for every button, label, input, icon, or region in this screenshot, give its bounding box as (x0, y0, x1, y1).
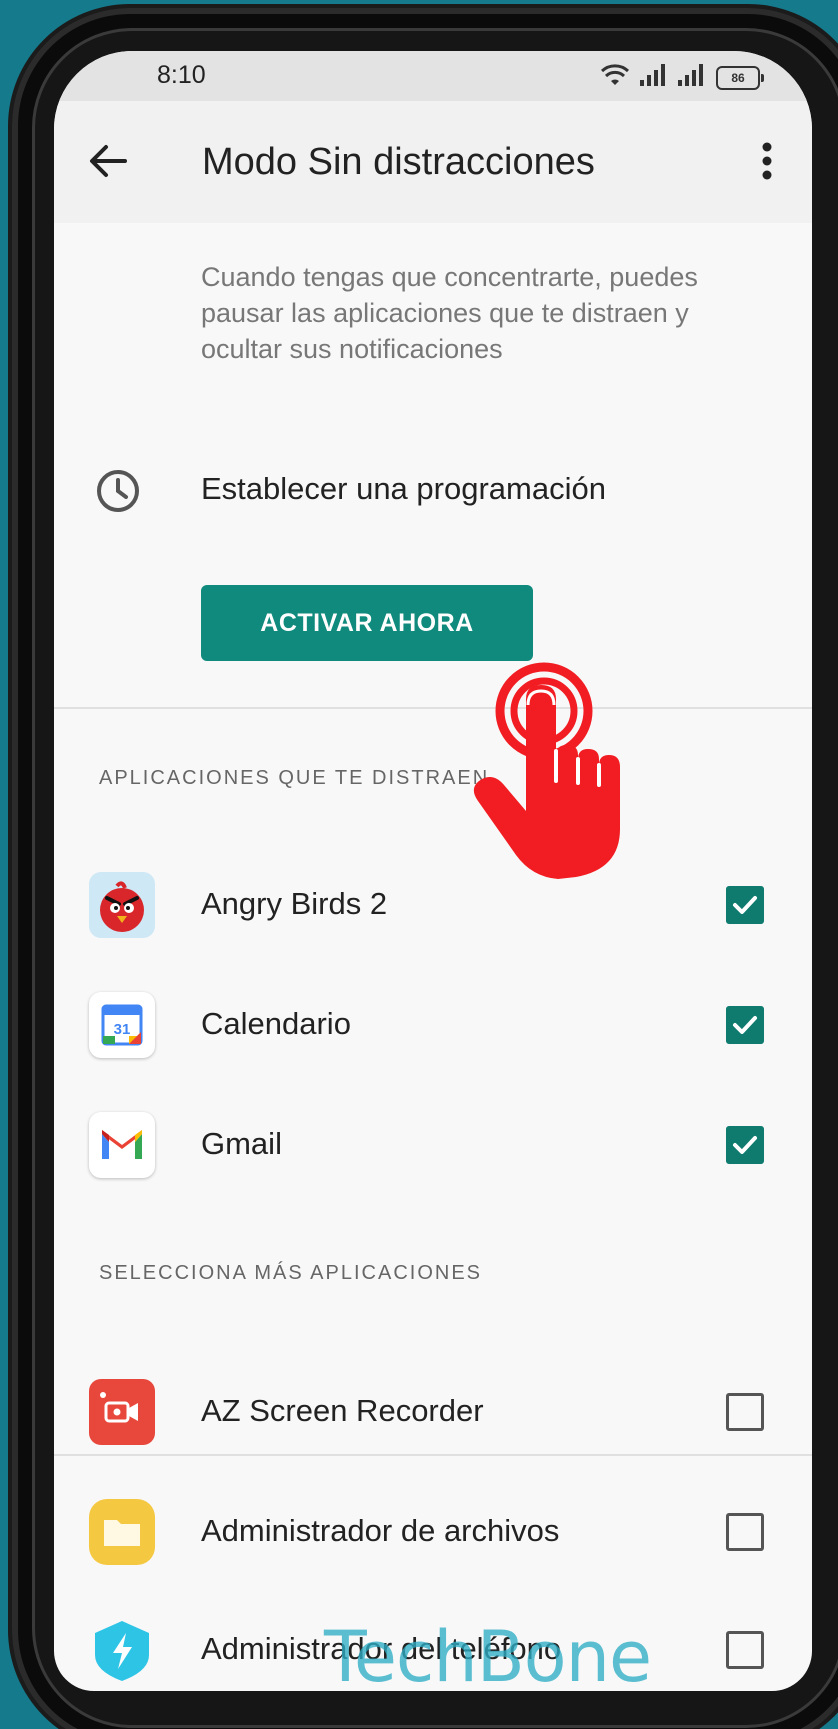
calendar-icon: 31 (89, 992, 155, 1058)
section-header-distracting: APLICACIONES QUE TE DISTRAEN (99, 767, 490, 789)
check-icon (733, 1016, 757, 1034)
app-checkbox[interactable] (726, 1513, 764, 1551)
app-bar: Modo Sin distracciones (54, 101, 812, 223)
app-name: Gmail (201, 1126, 282, 1161)
angry-birds-icon (89, 872, 155, 938)
phone-manager-icon (89, 1617, 155, 1683)
check-icon (733, 896, 757, 914)
app-row-calendario[interactable]: 31 Calendario (54, 978, 812, 1074)
app-checkbox[interactable] (726, 886, 764, 924)
app-name: Calendario (201, 1006, 351, 1041)
status-icons: 86 (600, 63, 764, 92)
page-title: Modo Sin distracciones (202, 141, 595, 183)
arrow-left-icon (90, 145, 127, 177)
more-vert-icon (762, 142, 772, 180)
app-name: Angry Birds 2 (201, 886, 388, 921)
back-button[interactable] (86, 139, 130, 183)
app-row-gmail[interactable]: Gmail (54, 1098, 812, 1194)
wifi-icon (600, 63, 630, 92)
watermark: TechBone (324, 1616, 652, 1691)
app-name: Administrador de archivos (201, 1513, 560, 1548)
more-options-button[interactable] (752, 137, 782, 185)
app-row-angry-birds[interactable]: Angry Birds 2 (54, 858, 812, 954)
signal-icon (678, 64, 706, 91)
calendar-day: 31 (114, 1021, 131, 1038)
app-checkbox[interactable] (726, 1631, 764, 1669)
app-name: AZ Screen Recorder (201, 1393, 484, 1428)
divider (54, 707, 812, 709)
app-checkbox[interactable] (726, 1126, 764, 1164)
clock-icon (96, 469, 140, 518)
gmail-icon (89, 1112, 155, 1178)
folder-icon (89, 1499, 155, 1565)
status-time: 8:10 (157, 61, 206, 89)
battery-icon: 86 (716, 65, 764, 90)
activate-now-button[interactable]: ACTIVAR AHORA (201, 585, 533, 661)
device-screen: 8:10 86 Modo Sin distracciones Cuando te… (54, 51, 812, 1691)
app-checkbox[interactable] (726, 1006, 764, 1044)
schedule-row[interactable]: Establecer una programación (54, 451, 812, 531)
description-text: Cuando tengas que concentrarte, puedes p… (201, 262, 698, 364)
check-icon (733, 1136, 757, 1154)
app-row-administrador-archivos[interactable]: Administrador de archivos (54, 1485, 812, 1581)
tap-pointer-icon (473, 662, 620, 879)
section-header-more: SELECCIONA MÁS APLICACIONES (99, 1262, 482, 1284)
app-row-az-screen-recorder[interactable]: AZ Screen Recorder (54, 1365, 812, 1461)
screen-recorder-icon (89, 1379, 155, 1445)
app-checkbox[interactable] (726, 1393, 764, 1431)
signal-icon (640, 64, 668, 91)
divider (54, 1454, 812, 1456)
status-bar: 8:10 86 (54, 51, 812, 101)
schedule-label: Establecer una programación (201, 471, 606, 506)
